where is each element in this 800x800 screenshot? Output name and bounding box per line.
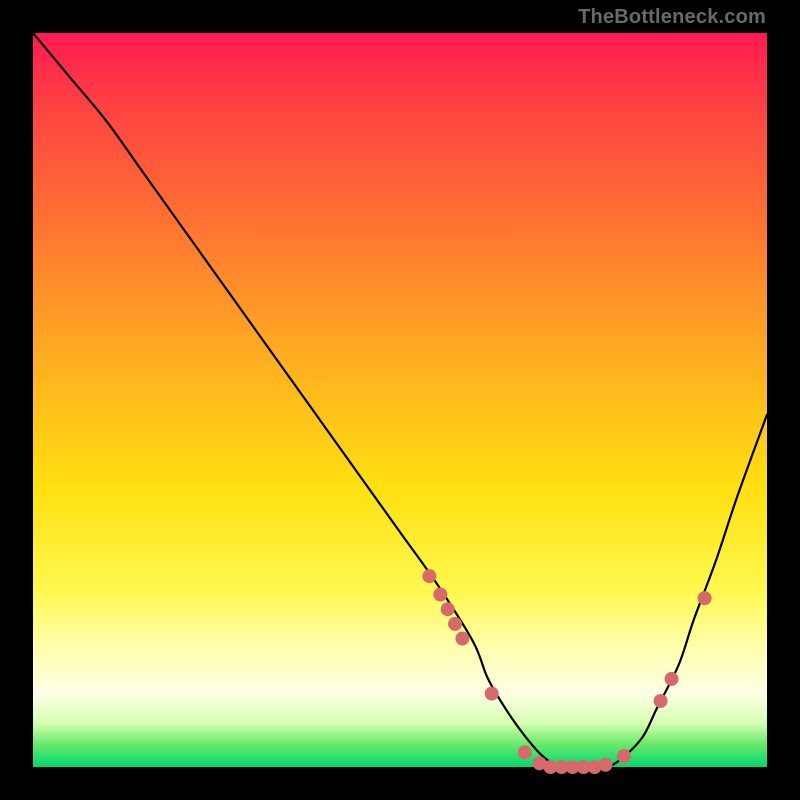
curve-svg: [33, 33, 767, 767]
chart-container: TheBottleneck.com: [0, 0, 800, 800]
curve-marker: [433, 588, 447, 602]
curve-marker: [455, 632, 469, 646]
curve-marker: [485, 687, 499, 701]
curve-marker: [654, 694, 668, 708]
curve-marker: [441, 602, 455, 616]
curve-marker: [665, 672, 679, 686]
curve-marker: [617, 749, 631, 763]
curve-marker: [422, 569, 436, 583]
watermark-text: TheBottleneck.com: [578, 6, 766, 29]
curve-marker: [698, 591, 712, 605]
curve-marker: [599, 758, 613, 772]
curve-marker: [518, 745, 532, 759]
bottleneck-curve: [33, 33, 767, 768]
curve-marker: [448, 617, 462, 631]
curve-markers: [422, 569, 711, 774]
